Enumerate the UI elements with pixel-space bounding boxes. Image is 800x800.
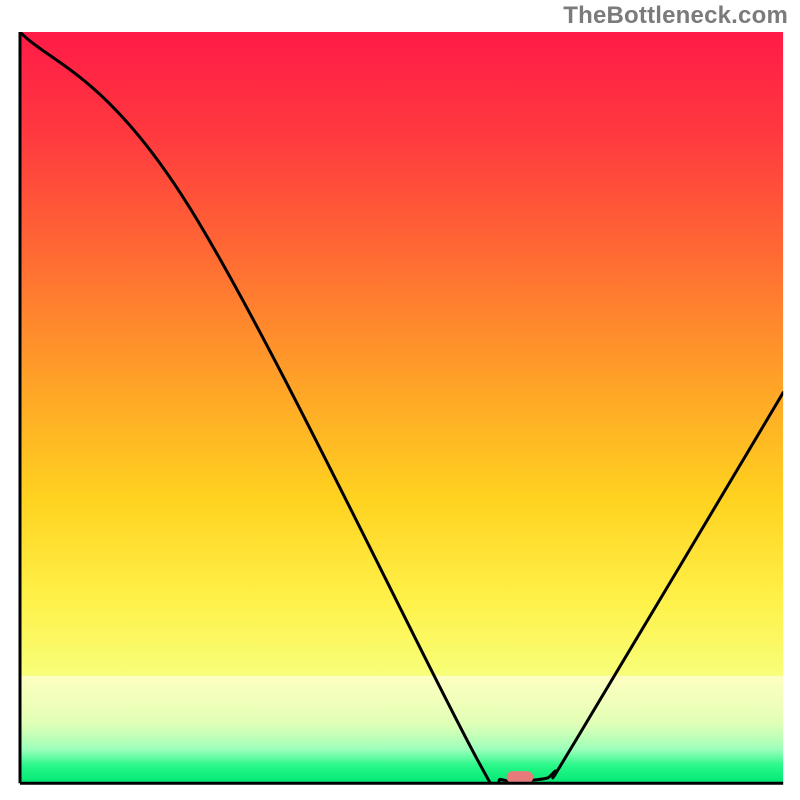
chart-floor-wash	[20, 676, 783, 768]
chart-container: TheBottleneck.com	[0, 0, 800, 800]
chart-gradient-background	[20, 32, 783, 783]
optimum-marker	[507, 771, 534, 783]
bottleneck-chart	[0, 0, 800, 800]
